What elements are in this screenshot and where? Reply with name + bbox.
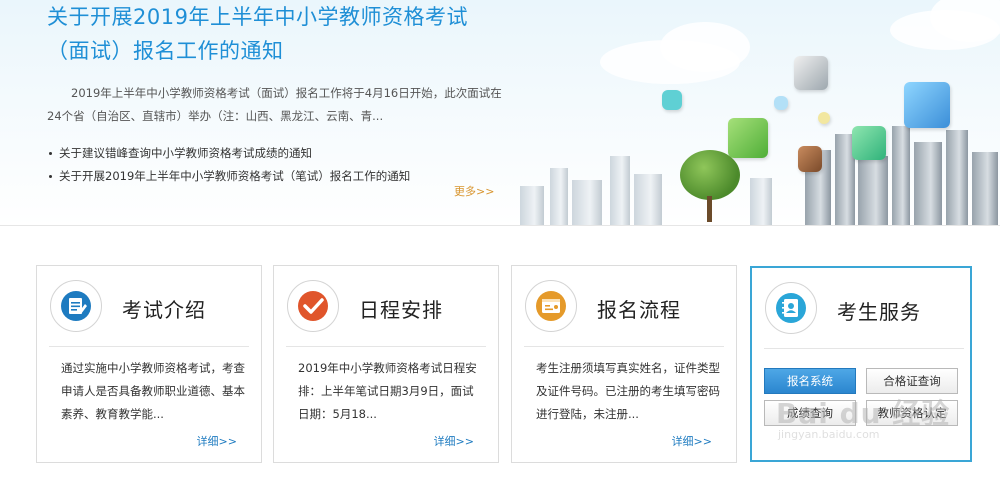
card-registration-process: 报名流程 考生注册须填写真实姓名，证件类型及证件号码。已注册的考生填写密码进行登… <box>511 265 737 463</box>
related-notice-item[interactable]: 关于建议错峰查询中小学教师资格考试成绩的通知 <box>47 142 507 165</box>
more-link[interactable]: 更多>> <box>454 183 494 199</box>
detail-link[interactable]: 详细>> <box>672 433 712 449</box>
cube-decoration <box>774 96 788 110</box>
card-divider <box>524 346 724 347</box>
related-notice-item[interactable]: 关于开展2019年上半年中小学教师资格考试（笔试）报名工作的通知 <box>47 165 507 188</box>
detail-link[interactable]: 详细>> <box>434 433 474 449</box>
registration-system-button[interactable]: 报名系统 <box>764 368 856 394</box>
certificate-query-button[interactable]: 合格证查询 <box>866 368 958 394</box>
checkmark-icon <box>287 280 339 332</box>
cube-decoration <box>904 82 950 128</box>
card-title: 考生服务 <box>837 300 921 324</box>
cube-decoration <box>818 112 830 124</box>
cube-decoration <box>728 118 768 158</box>
cube-decoration <box>852 126 886 160</box>
watermark-logo-text: Bai du 经验 <box>776 397 951 430</box>
card-divider <box>49 346 249 347</box>
cube-decoration <box>798 146 822 172</box>
address-book-icon <box>765 282 817 334</box>
cube-decoration <box>662 90 682 110</box>
news-banner: 关于开展2019年上半年中小学教师资格考试（面试）报名工作的通知 2019年上半… <box>0 0 1000 226</box>
cloud-decoration <box>660 22 750 72</box>
card-title: 报名流程 <box>597 298 681 322</box>
card-description: 通过实施中小学教师资格考试，考查申请人是否具备教师职业道德、基本素养、教育教学能… <box>61 361 245 421</box>
related-notice-link[interactable]: 关于开展2019年上半年中小学教师资格考试（笔试）报名工作的通知 <box>59 169 410 183</box>
exam-intro-icon <box>50 280 102 332</box>
card-header: 考试介绍 <box>37 266 261 346</box>
bullet-icon <box>49 152 52 155</box>
baidu-jingyan-watermark: Bai du 经验 jingyan.baidu.com <box>776 392 976 462</box>
card-schedule: 日程安排 2019年中小学教师资格考试日程安排：上半年笔试日期3月9日，面试日期… <box>273 265 499 463</box>
related-notice-list: 关于建议错峰查询中小学教师资格考试成绩的通知 关于开展2019年上半年中小学教师… <box>47 142 507 188</box>
card-header: 日程安排 <box>274 266 498 346</box>
card-divider <box>286 346 486 347</box>
related-notice-link[interactable]: 关于建议错峰查询中小学教师资格考试成绩的通知 <box>59 146 312 160</box>
card-exam-intro: 考试介绍 通过实施中小学教师资格考试，考查申请人是否具备教师职业道德、基本素养、… <box>36 265 262 463</box>
cube-decoration <box>794 56 828 90</box>
registration-form-icon <box>525 280 577 332</box>
section-divider <box>0 225 1000 226</box>
card-description: 考生注册须填写真实姓名，证件类型及证件号码。已注册的考生填写密码进行登陆，未注册… <box>536 361 720 421</box>
card-divider <box>764 348 964 349</box>
notice-title[interactable]: 关于开展2019年上半年中小学教师资格考试（面试）报名工作的通知 <box>47 0 507 68</box>
detail-link[interactable]: 详细>> <box>197 433 237 449</box>
notice-section: 关于开展2019年上半年中小学教师资格考试（面试）报名工作的通知 2019年上半… <box>47 0 507 188</box>
tree-trunk <box>707 196 712 222</box>
card-title: 日程安排 <box>359 298 443 322</box>
card-header: 报名流程 <box>512 266 736 346</box>
card-description: 2019年中小学教师资格考试日程安排：上半年笔试日期3月9日，面试日期：5月18… <box>298 361 477 421</box>
card-header: 考生服务 <box>752 268 970 348</box>
notice-summary: 2019年上半年中小学教师资格考试（面试）报名工作将于4月16日开始，此次面试在… <box>47 86 502 123</box>
bullet-icon <box>49 175 52 178</box>
tree-illustration <box>680 150 740 200</box>
card-title: 考试介绍 <box>122 298 206 322</box>
